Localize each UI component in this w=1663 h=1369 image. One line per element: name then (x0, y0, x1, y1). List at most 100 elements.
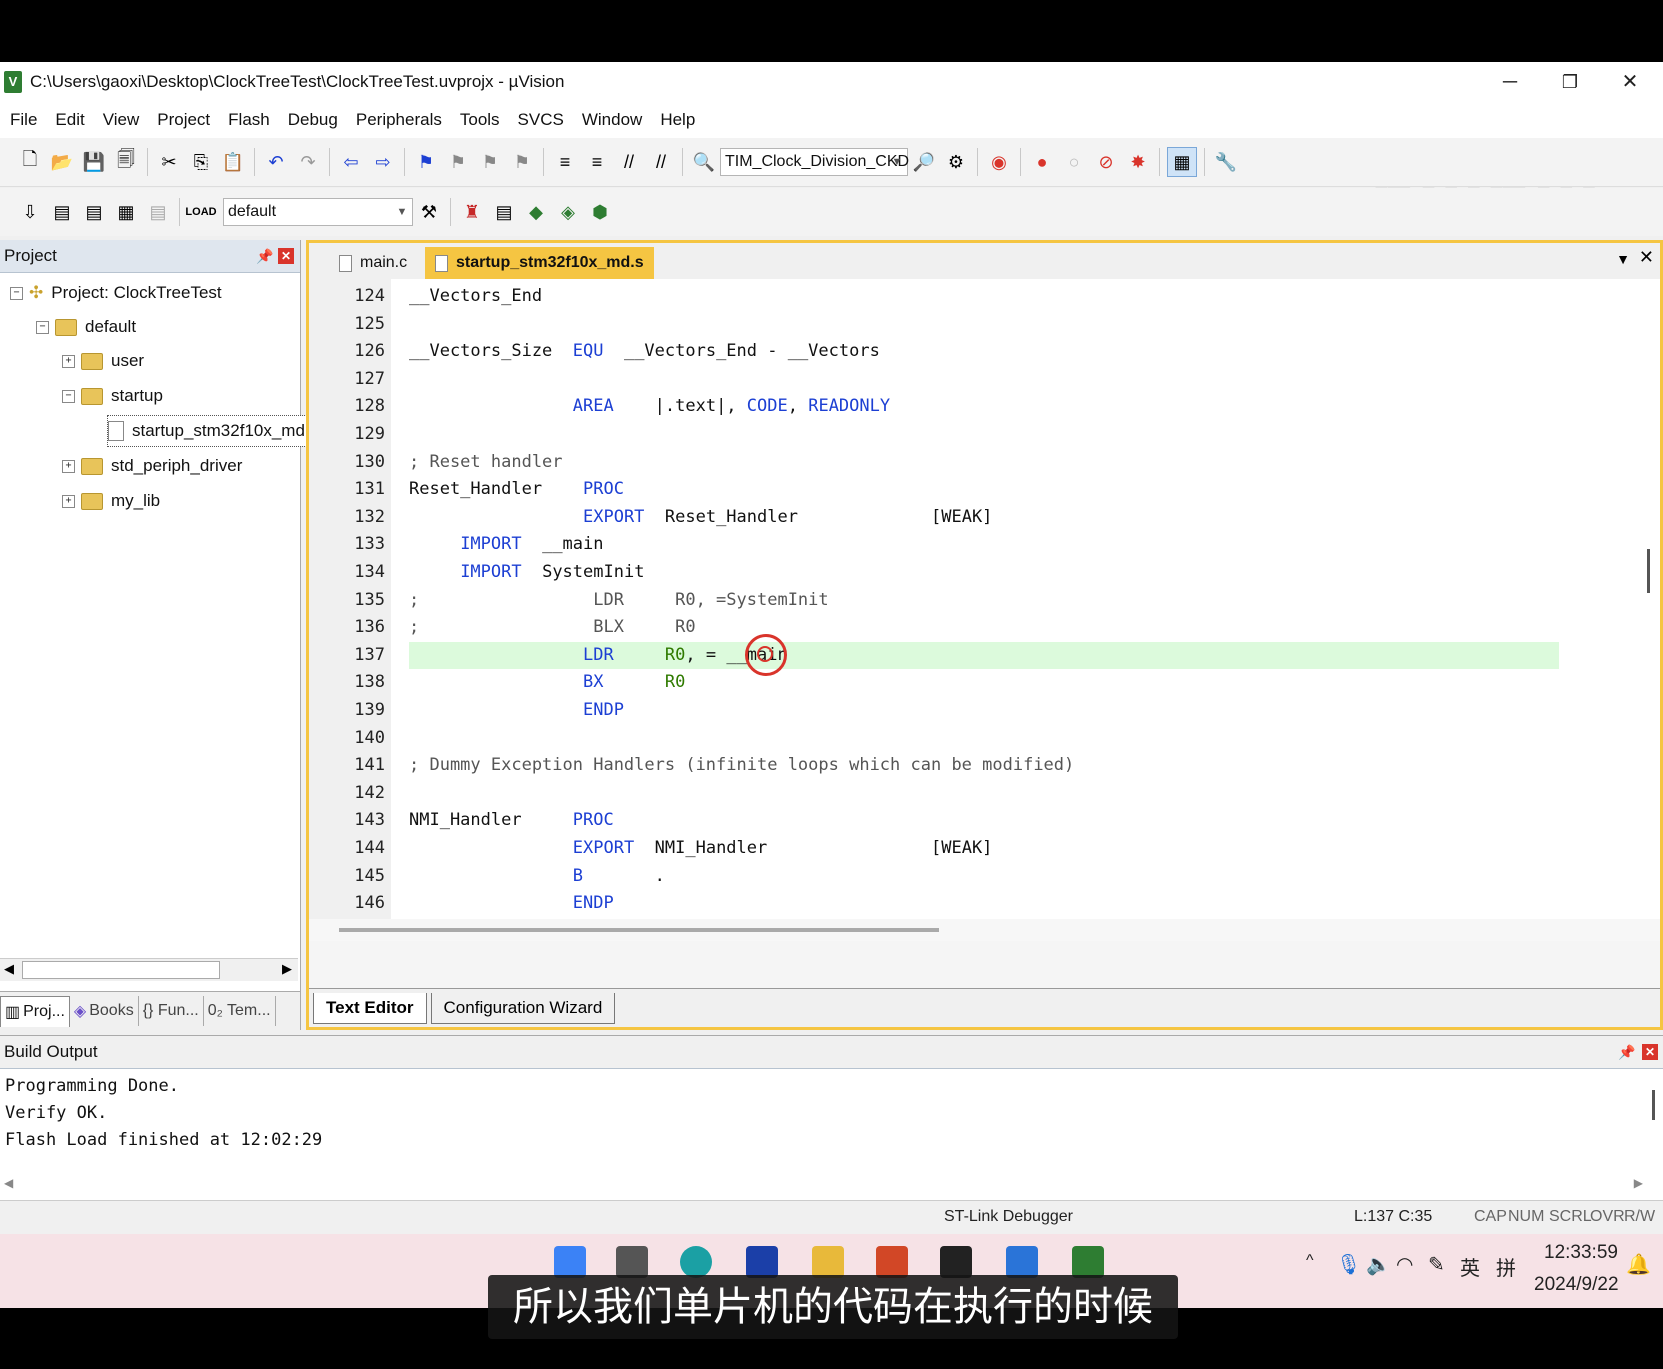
vertical-scroll-thumb[interactable] (1647, 549, 1650, 593)
menu-flash[interactable]: Flash (219, 110, 279, 130)
chevron-down-icon[interactable]: ▼ (889, 149, 905, 175)
code-line[interactable]: 129 (309, 421, 1660, 448)
kill-all-breakpoints-icon[interactable]: ✸ (1124, 148, 1152, 176)
tree-project-root[interactable]: − ✣ Project: ClockTreeTest (10, 278, 222, 308)
configure-icon[interactable]: 🔧 (1212, 148, 1240, 176)
expand-icon[interactable]: + (62, 459, 75, 473)
scroll-right-icon[interactable]: ▶ (1634, 1176, 1643, 1190)
menu-project[interactable]: Project (148, 110, 219, 130)
tab-project[interactable]: ▥ Proj... (0, 995, 70, 1027)
indent-icon[interactable]: ≡ (551, 148, 579, 176)
batch-build-icon[interactable]: ▦ (112, 198, 140, 226)
pen-icon[interactable]: ✎ (1428, 1252, 1445, 1277)
tree-group-std-periph-driver[interactable]: + std_periph_driver (62, 451, 242, 481)
tab-text-editor[interactable]: Text Editor (313, 992, 427, 1024)
code-line[interactable]: 126 __Vectors_Size EQU __Vectors_End - __… (309, 338, 1660, 365)
tab-startup-s[interactable]: startup_stm32f10x_md.s (425, 247, 654, 279)
save-icon[interactable]: 💾 (80, 148, 108, 176)
code-line[interactable]: 140 (309, 725, 1660, 752)
pack-installer-icon[interactable]: ⬢ (586, 198, 614, 226)
show-hidden-icons-chevron-icon[interactable]: ^ (1306, 1252, 1314, 1270)
code-line[interactable]: 145 B . (309, 863, 1660, 890)
download-icon[interactable]: LOAD (185, 198, 216, 226)
code-line[interactable]: 139 ENDP (309, 697, 1660, 724)
menu-help[interactable]: Help (651, 110, 704, 130)
code-line[interactable]: 137 LDR R0, = __main (309, 642, 1660, 669)
close-icon[interactable]: ✕ (1642, 1044, 1658, 1060)
close-icon[interactable]: ✕ (278, 248, 294, 264)
build-icon[interactable]: ▤ (48, 198, 76, 226)
disable-all-breakpoints-icon[interactable]: ⊘ (1092, 148, 1120, 176)
collapse-icon[interactable]: − (36, 320, 49, 334)
code-editor[interactable]: 124 __Vectors_End 125 126 __Vectors_Size EQU… (309, 279, 1660, 941)
code-line[interactable]: 143 NMI_Handler PROC (309, 807, 1660, 834)
navigate-back-icon[interactable]: ⇦ (337, 148, 365, 176)
rebuild-icon[interactable]: ▤ (80, 198, 108, 226)
window-layout-icon[interactable]: ▦ (1167, 147, 1197, 177)
uvision-taskbar-icon[interactable] (1072, 1246, 1104, 1278)
open-file-icon[interactable]: 📂 (48, 148, 76, 176)
new-file-icon[interactable]: 🗋 (16, 148, 44, 176)
menu-tools[interactable]: Tools (451, 110, 509, 130)
collapse-icon[interactable]: − (62, 389, 75, 403)
clock-time[interactable]: 12:33:59 (1544, 1242, 1618, 1264)
menu-edit[interactable]: Edit (46, 110, 93, 130)
find-combo[interactable]: TIM_Clock_Division_CKD ▼ (720, 148, 909, 176)
tab-functions[interactable]: {} Fun... (139, 996, 204, 1026)
undo-icon[interactable]: ↶ (262, 148, 290, 176)
tab-books[interactable]: ◈ Books (70, 996, 139, 1026)
manage-multi-project-icon[interactable]: ▤ (490, 198, 518, 226)
code-line[interactable]: 131 Reset_Handler PROC (309, 476, 1660, 503)
scroll-left-icon[interactable]: ◀ (4, 1176, 13, 1190)
powerpoint-icon[interactable] (876, 1246, 908, 1278)
code-line[interactable]: 125 (309, 311, 1660, 338)
code-line[interactable]: 124 __Vectors_End (309, 283, 1660, 310)
disable-breakpoint-icon[interactable]: ○ (1060, 148, 1088, 176)
editor-hscrollbar[interactable] (309, 919, 1660, 941)
close-editor-icon[interactable]: ✕ (1639, 247, 1654, 268)
menu-debug[interactable]: Debug (279, 110, 347, 130)
code-line[interactable]: 142 (309, 780, 1660, 807)
project-hscrollbar[interactable]: ◀ ▶ (0, 958, 298, 981)
task-view-icon[interactable] (616, 1246, 648, 1278)
tab-configuration-wizard[interactable]: Configuration Wizard (430, 992, 616, 1024)
code-line[interactable]: 136 ; BLX R0 (309, 614, 1660, 641)
insert-breakpoint-icon[interactable]: ● (1028, 148, 1056, 176)
editor-app-icon[interactable] (746, 1246, 778, 1278)
next-bookmark-icon[interactable]: ⚑ (476, 148, 504, 176)
copy-icon[interactable]: ⎘ (187, 148, 215, 176)
start-icon[interactable] (554, 1246, 586, 1278)
cut-icon[interactable]: ✂ (155, 148, 183, 176)
incremental-find-icon[interactable]: 🔎 (910, 148, 938, 176)
tree-group-user[interactable]: + user (62, 346, 144, 376)
menu-peripherals[interactable]: Peripherals (347, 110, 451, 130)
code-line[interactable]: 127 (309, 366, 1660, 393)
prev-bookmark-icon[interactable]: ⚑ (444, 148, 472, 176)
menu-file[interactable]: File (0, 110, 46, 130)
tree-file-startup[interactable]: startup_stm32f10x_md. (107, 415, 311, 447)
wifi-icon[interactable]: ◠ (1396, 1252, 1413, 1277)
translate-icon[interactable]: ⇩ (16, 198, 44, 226)
expand-icon[interactable]: + (62, 354, 75, 368)
camera-app-icon[interactable] (940, 1246, 972, 1278)
code-line[interactable]: 130 ; Reset handler (309, 449, 1660, 476)
file-explorer-icon[interactable] (812, 1246, 844, 1278)
comment-icon[interactable]: // (615, 148, 643, 176)
code-line[interactable]: 133 IMPORT __main (309, 531, 1660, 558)
manage-project-items-icon[interactable]: ♜ (458, 198, 486, 226)
target-options-icon[interactable]: ⚒ (415, 198, 443, 226)
code-line[interactable]: 141 ; Dummy Exception Handlers (infinite … (309, 752, 1660, 779)
bookmark-icon[interactable]: ⚑ (412, 148, 440, 176)
browser-icon[interactable] (1006, 1246, 1038, 1278)
minimize-button[interactable]: ─ (1480, 62, 1540, 102)
pin-icon[interactable]: 📌 (1618, 1044, 1635, 1061)
tree-group-startup[interactable]: − startup (62, 381, 163, 411)
code-line[interactable]: 144 EXPORT NMI_Handler [WEAK] (309, 835, 1660, 862)
scroll-thumb[interactable] (22, 961, 220, 979)
close-button[interactable]: ✕ (1600, 62, 1660, 102)
pin-icon[interactable]: 📌 (256, 248, 273, 265)
menu-view[interactable]: View (94, 110, 149, 130)
chevron-down-icon[interactable]: ▼ (394, 199, 410, 225)
find-in-files-icon[interactable]: 🔍 (690, 148, 718, 176)
expand-icon[interactable]: + (62, 494, 75, 508)
